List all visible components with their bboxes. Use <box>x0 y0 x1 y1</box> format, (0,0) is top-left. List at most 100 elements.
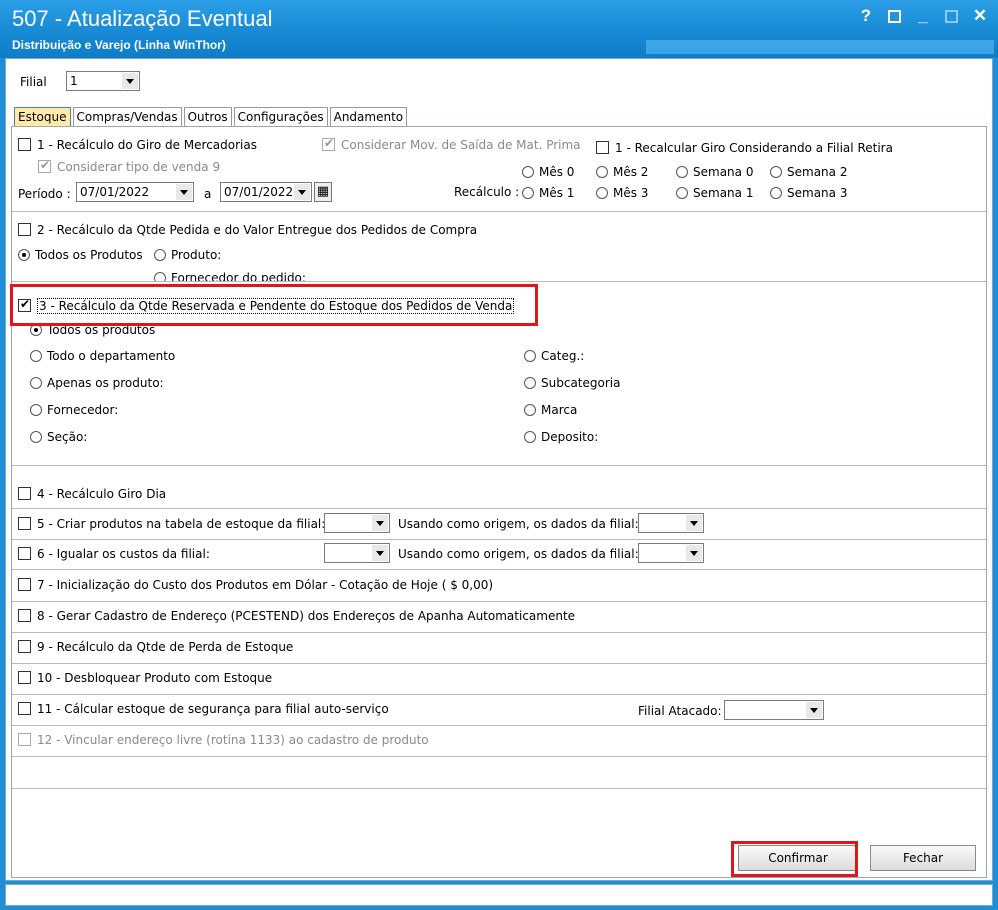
item11-row[interactable]: 11 - Cálcular estoque de segurança para … <box>18 702 389 716</box>
sec3-subcategoria-label: Subcategoria <box>541 376 621 390</box>
radio-icon[interactable] <box>30 431 42 443</box>
item10-checkbox[interactable] <box>18 671 31 684</box>
tab-estoque[interactable]: Estoque <box>14 107 71 127</box>
periodo-label: Período : <box>18 187 71 201</box>
item9-label: 9 - Recálculo da Qtde de Perda de Estoqu… <box>37 640 294 654</box>
divider <box>12 725 986 726</box>
radio-semana2[interactable]: Semana 2 <box>770 165 847 179</box>
filial-atacado-select[interactable] <box>724 700 824 720</box>
item8-checkbox[interactable] <box>18 609 31 622</box>
chevron-down-icon[interactable] <box>806 702 822 718</box>
chevron-down-icon[interactable] <box>122 73 138 89</box>
radio-icon[interactable] <box>522 166 534 178</box>
chevron-down-icon[interactable] <box>372 515 388 531</box>
radio-icon[interactable] <box>524 431 536 443</box>
item6-origem-select[interactable] <box>638 543 704 563</box>
tab-compras-vendas[interactable]: Compras/Vendas <box>72 107 182 127</box>
item8-row[interactable]: 8 - Gerar Cadastro de Endereço (PCESTEND… <box>18 609 575 623</box>
radio-icon[interactable] <box>770 166 782 178</box>
a-label: a <box>204 187 212 201</box>
radio-icon[interactable] <box>596 187 608 199</box>
item12-row: 12 - Vincular endereço livre (rotina 113… <box>18 733 429 747</box>
radio-mes3[interactable]: Mês 3 <box>596 186 648 200</box>
sec1-checkbox[interactable] <box>18 138 31 151</box>
item6-origem-label: Usando como origem, os dados da filial: <box>398 547 639 561</box>
fechar-button[interactable]: Fechar <box>870 845 976 871</box>
radio-icon[interactable] <box>30 350 42 362</box>
radio-icon[interactable] <box>596 166 608 178</box>
radio-icon[interactable] <box>676 166 688 178</box>
divider <box>12 211 986 212</box>
item11-checkbox[interactable] <box>18 702 31 715</box>
sec2-row[interactable]: 2 - Recálculo da Qtde Pedida e do Valor … <box>18 223 477 237</box>
filial-value: 1 <box>70 74 78 88</box>
radio-icon[interactable] <box>18 249 30 261</box>
tipo-venda-row: Considerar tipo de venda 9 <box>38 158 220 174</box>
chevron-down-icon[interactable] <box>686 545 702 561</box>
item6-row[interactable]: 6 - Igualar os custos da filial: <box>18 547 210 561</box>
sec3-departamento[interactable]: Todo o departamento <box>30 349 175 363</box>
close-button[interactable]: ✕ <box>972 6 988 26</box>
chevron-down-icon[interactable] <box>294 184 310 200</box>
radio-icon[interactable] <box>154 249 166 261</box>
sec2-todos[interactable]: Todos os Produtos <box>18 248 143 262</box>
item5-filial-select[interactable] <box>324 513 390 533</box>
item5-checkbox[interactable] <box>18 517 31 530</box>
chevron-down-icon[interactable] <box>686 515 702 531</box>
chevron-down-icon[interactable] <box>372 545 388 561</box>
radio-icon[interactable] <box>524 404 536 416</box>
item5-origem-select[interactable] <box>638 513 704 533</box>
radio-mes2[interactable]: Mês 2 <box>596 165 648 179</box>
tab-outros[interactable]: Outros <box>183 107 232 127</box>
item4-row[interactable]: 4 - Recálculo Giro Dia <box>18 487 166 501</box>
radio-icon[interactable] <box>154 272 166 281</box>
sec3-secao[interactable]: Seção: <box>30 430 87 444</box>
radio-mes1[interactable]: Mês 1 <box>522 186 574 200</box>
radio-icon[interactable] <box>30 377 42 389</box>
tab-andamento[interactable]: Andamento <box>329 107 408 127</box>
item5-row[interactable]: 5 - Criar produtos na tabela de estoque … <box>18 517 325 531</box>
date-to-input[interactable]: 07/01/2022 <box>220 182 312 202</box>
sec3-marca[interactable]: Marca <box>524 403 577 417</box>
radio-mes2-label: Mês 2 <box>613 165 649 179</box>
mov-saida-label: Considerar Mov. de Saída de Mat. Prima <box>341 138 581 152</box>
radio-semana1[interactable]: Semana 1 <box>676 186 753 200</box>
sec2-produto[interactable]: Produto: <box>154 248 221 262</box>
radio-semana3[interactable]: Semana 3 <box>770 186 847 200</box>
sec3-subcategoria[interactable]: Subcategoria <box>524 376 620 390</box>
minimize-button[interactable]: _ <box>915 6 931 26</box>
sec3-categ[interactable]: Categ.: <box>524 349 584 363</box>
filial-retira-checkbox[interactable] <box>596 141 609 154</box>
radio-semana0[interactable]: Semana 0 <box>676 165 753 179</box>
sec3-deposito[interactable]: Deposito: <box>524 430 598 444</box>
radio-icon[interactable] <box>30 404 42 416</box>
sec2-checkbox[interactable] <box>18 223 31 236</box>
item9-row[interactable]: 9 - Recálculo da Qtde de Perda de Estoqu… <box>18 640 293 654</box>
item7-row[interactable]: 7 - Inicialização do Custo dos Produtos … <box>18 578 493 592</box>
item7-checkbox[interactable] <box>18 578 31 591</box>
item10-row[interactable]: 10 - Desbloquear Produto com Estoque <box>18 671 272 685</box>
sec1-row[interactable]: 1 - Recálculo do Giro de Mercadorias <box>18 138 257 152</box>
chevron-down-icon[interactable] <box>176 184 192 200</box>
radio-icon[interactable] <box>676 187 688 199</box>
calendar-icon[interactable]: ▦ <box>314 182 332 202</box>
sec3-fornecedor[interactable]: Fornecedor: <box>30 403 118 417</box>
item6-filial-select[interactable] <box>324 543 390 563</box>
filial-select[interactable]: 1 <box>66 71 140 91</box>
radio-icon[interactable] <box>524 350 536 362</box>
radio-icon[interactable] <box>524 377 536 389</box>
filial-retira-row[interactable]: 1 - Recalcular Giro Considerando a Filia… <box>596 141 893 155</box>
date-from-input[interactable]: 07/01/2022 <box>76 182 194 202</box>
tab-configuracoes[interactable]: Configurações <box>233 107 328 127</box>
radio-icon[interactable] <box>770 187 782 199</box>
radio-mes0[interactable]: Mês 0 <box>522 165 574 179</box>
sec3-apenas[interactable]: Apenas os produto: <box>30 376 164 390</box>
item9-checkbox[interactable] <box>18 640 31 653</box>
restore-button[interactable] <box>888 10 901 23</box>
item4-checkbox[interactable] <box>18 487 31 500</box>
help-button[interactable]: ? <box>858 6 874 26</box>
item6-checkbox[interactable] <box>18 547 31 560</box>
sec2-fornecedor[interactable]: Fornecedor do pedido: <box>154 271 306 281</box>
radio-icon[interactable] <box>522 187 534 199</box>
maximize-button[interactable] <box>945 10 958 23</box>
